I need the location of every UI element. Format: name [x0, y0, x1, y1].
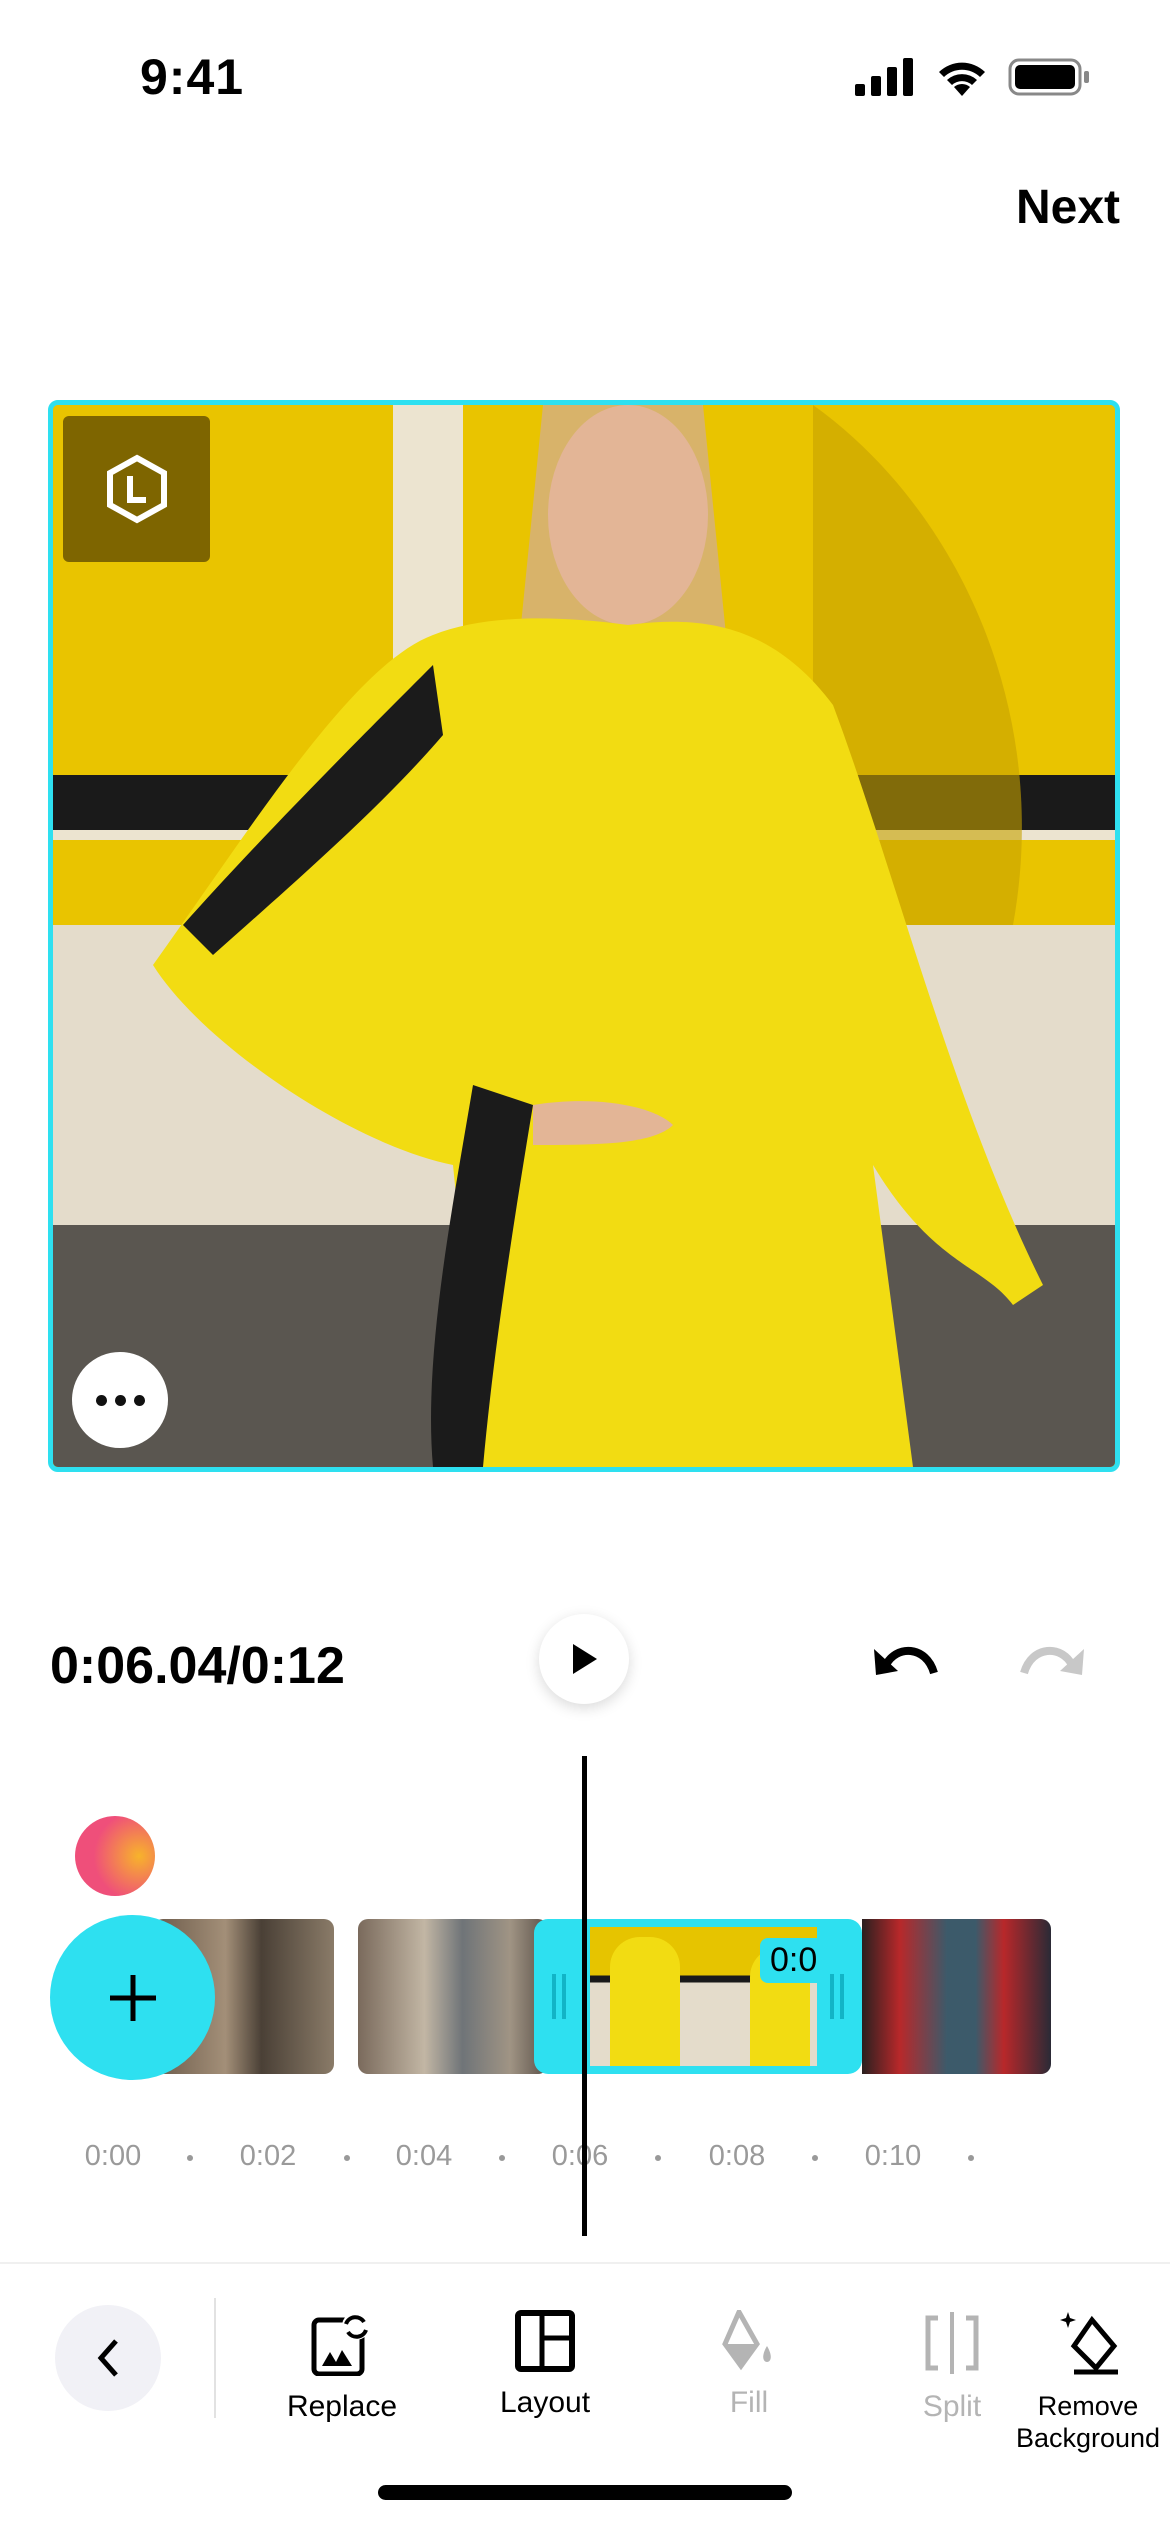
- next-button[interactable]: Next: [1016, 180, 1120, 235]
- redo-icon: [1020, 1647, 1084, 1675]
- undo-icon: [874, 1647, 938, 1675]
- tool-replace[interactable]: Replace: [242, 2310, 442, 2424]
- more-button[interactable]: [72, 1352, 168, 1448]
- remove-background-icon: [1060, 2312, 1118, 2375]
- more-horizontal-icon: [95, 1394, 107, 1406]
- undo-button[interactable]: [872, 1635, 942, 1700]
- paint-bucket-icon: [722, 2310, 771, 2371]
- trim-handle-left[interactable]: [552, 1974, 566, 2019]
- replace-image-icon: [311, 2312, 370, 2376]
- play-icon: [573, 1644, 597, 1674]
- trim-handle-right[interactable]: [830, 1974, 844, 2019]
- layout-icon: [515, 2310, 575, 2372]
- time-tick: 0:02: [239, 2140, 297, 2172]
- add-clip-button[interactable]: [50, 1915, 215, 2080]
- tool-remove-background[interactable]: Remove Background: [1008, 2310, 1168, 2454]
- time-tick: 0:06: [551, 2140, 609, 2172]
- tool-label: Remove Background: [1015, 2391, 1161, 2453]
- toolbar-divider: [214, 2298, 216, 2418]
- chevron-left-icon: [97, 2339, 118, 2377]
- tick-dot: [968, 2155, 974, 2161]
- tick-dot: [499, 2155, 505, 2161]
- cellular-signal-icon: [855, 58, 915, 101]
- tool-layout[interactable]: Layout: [445, 2310, 645, 2420]
- time-tick: 0:08: [708, 2140, 766, 2172]
- tick-dot: [344, 2155, 350, 2161]
- hexagon-l-logo-icon[interactable]: [63, 416, 210, 562]
- tick-dot: [812, 2155, 818, 2161]
- redo-button[interactable]: [1016, 1635, 1086, 1700]
- status-time: 9:41: [140, 49, 245, 105]
- playhead[interactable]: [582, 1756, 587, 2236]
- video-preview[interactable]: [48, 400, 1120, 1472]
- tool-label: Layout: [499, 2386, 591, 2419]
- battery-icon: [1008, 58, 1090, 101]
- audio-track-button[interactable]: [75, 1816, 155, 1896]
- split-icon: [925, 2312, 979, 2374]
- playback-time: 0:06.04/0:12: [50, 1637, 345, 1695]
- timeline-clip-4[interactable]: [862, 1919, 1051, 2074]
- timeline-clip-2[interactable]: [358, 1919, 548, 2074]
- time-tick: 0:00: [84, 2140, 142, 2172]
- play-button[interactable]: [539, 1614, 629, 1704]
- tick-dot: [655, 2155, 661, 2161]
- selected-clip-thumbnail: 0:03: [590, 1927, 817, 2066]
- back-button[interactable]: [55, 2305, 161, 2411]
- time-tick: 0:10: [864, 2140, 922, 2172]
- wifi-icon: [935, 56, 989, 101]
- time-tick: 0:04: [395, 2140, 453, 2172]
- tool-fill[interactable]: Fill: [649, 2310, 849, 2420]
- home-indicator: [378, 2485, 792, 2500]
- preview-image: [53, 405, 1115, 1467]
- tool-label: Fill: [729, 2386, 769, 2419]
- tick-dot: [187, 2155, 193, 2161]
- tool-label: Replace: [286, 2390, 398, 2423]
- plus-icon: [109, 1974, 156, 2021]
- clip-duration: 0:03: [760, 1938, 817, 1983]
